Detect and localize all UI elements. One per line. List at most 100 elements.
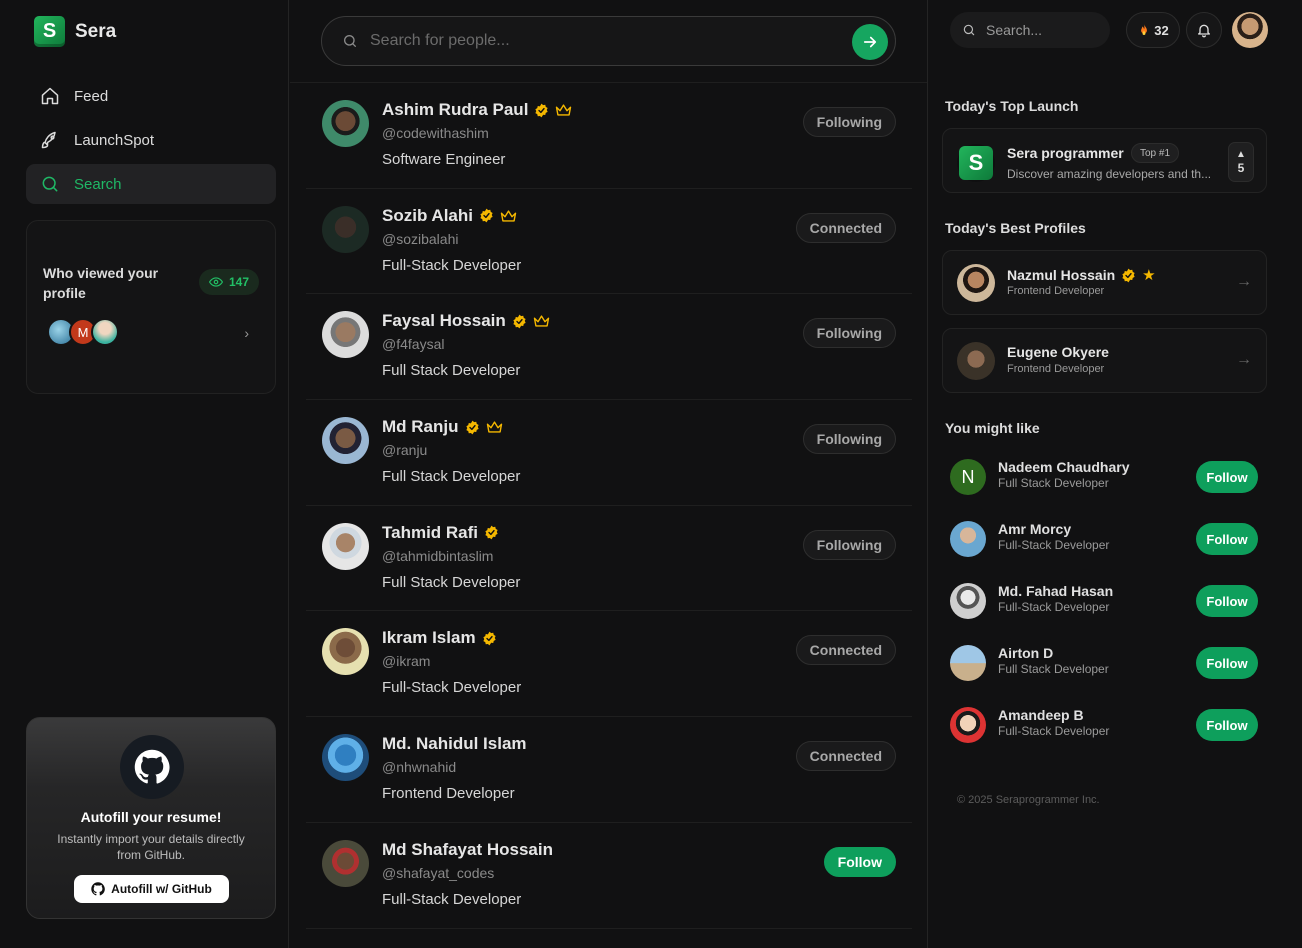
avatar[interactable]: [322, 628, 369, 676]
suggestion-name[interactable]: Md. Fahad Hasan: [998, 583, 1113, 599]
global-search[interactable]: Search...: [950, 12, 1110, 48]
streak-count: 32: [1154, 22, 1169, 38]
bell-icon: [1198, 24, 1210, 38]
person-handle: @codewithashim: [382, 125, 489, 141]
flame-icon: [1141, 24, 1148, 35]
following-button[interactable]: Following: [802, 529, 896, 560]
top-launch-card[interactable]: S Sera programmer Top #1 Discover amazin…: [942, 128, 1267, 193]
upvote-button[interactable]: ▲ 5: [1228, 142, 1254, 182]
follow-button[interactable]: Follow: [1196, 647, 1258, 679]
suggestion-role: Full-Stack Developer: [998, 724, 1110, 738]
person-title: Full-Stack Developer: [382, 256, 522, 274]
suggestion-item: Amandeep B Full-Stack Developer Follow: [950, 705, 1260, 745]
suggestion-name[interactable]: Amr Morcy: [998, 521, 1071, 537]
person-handle: @ranju: [382, 442, 428, 459]
follow-button[interactable]: Follow: [823, 846, 896, 877]
nav-item-search[interactable]: Search: [26, 164, 276, 204]
person-row[interactable]: Md Ranju @ranju Full Stack Developer Fol…: [306, 400, 912, 506]
person-name[interactable]: Ikram Islam: [382, 628, 476, 648]
autofill-github-button[interactable]: Autofill w/ GitHub: [74, 875, 229, 903]
connected-button[interactable]: Connected: [795, 741, 896, 772]
person-row[interactable]: Md. Nahidul Islam @nhwnahid Frontend Dev…: [306, 717, 912, 823]
arrow-right-icon: →: [1236, 351, 1252, 368]
avatar[interactable]: [950, 645, 986, 681]
suggestion-item: Amr Morcy Full-Stack Developer Follow: [950, 519, 1260, 559]
person-name[interactable]: Ashim Rudra Paul: [382, 100, 528, 120]
nav-item-feed[interactable]: Feed: [26, 76, 276, 116]
person-row[interactable]: Sozib Alahi @sozibalahi Full-Stack Devel…: [306, 189, 912, 295]
people-search-bar: [321, 16, 896, 66]
avatar[interactable]: N: [950, 459, 986, 495]
person-row[interactable]: Md Shafayat Hossain @shafayat_codes Full…: [306, 823, 912, 929]
profile-viewers-card[interactable]: Who viewed your profile 147 M ›: [26, 220, 276, 394]
suggestion-name[interactable]: Nadeem Chaudhary: [998, 459, 1129, 475]
avatar: [957, 342, 995, 380]
person-row[interactable]: Ashim Rudra Paul @codewithashim Software…: [306, 83, 912, 189]
avatar[interactable]: [322, 522, 369, 570]
verified-badge-icon: [480, 208, 493, 223]
notifications-button[interactable]: [1186, 12, 1222, 48]
streak-badge[interactable]: 32: [1126, 12, 1180, 48]
person-handle: @f4faysal: [382, 336, 445, 353]
verified-badge-icon: [535, 103, 549, 117]
following-button[interactable]: Following: [802, 107, 896, 137]
search-submit-button[interactable]: [852, 24, 888, 60]
suggestion-item: Md. Fahad Hasan Full-Stack Developer Fol…: [950, 581, 1260, 621]
follow-button[interactable]: Follow: [1196, 523, 1258, 555]
person-handle: @shafayat_codes: [382, 864, 495, 881]
best-profile-role: Frontend Developer: [1007, 285, 1105, 297]
home-icon: [41, 87, 59, 105]
best-profile-name-row: Nazmul Hossain ★: [1007, 266, 1156, 284]
person-handle: @tahmidbintaslim: [382, 547, 494, 564]
following-button[interactable]: Following: [802, 318, 896, 349]
avatar[interactable]: [322, 205, 369, 253]
nav-item-launchspot[interactable]: LaunchSpot: [26, 120, 276, 160]
person-row[interactable]: Faysal Hossain @f4faysal Full Stack Deve…: [306, 294, 912, 401]
crown-icon: [486, 421, 502, 433]
connected-button[interactable]: Connected: [795, 212, 896, 243]
best-profile-card[interactable]: Nazmul Hossain ★ Frontend Developer →: [942, 250, 1267, 315]
person-name-row: Md Ranju: [382, 417, 503, 437]
left-sidebar: S Sera Feed LaunchSpot Search Who viewed…: [0, 0, 289, 948]
brand-logo[interactable]: S Sera: [34, 16, 116, 47]
person-row[interactable]: Tahmid Rafi @tahmidbintaslim Full Stack …: [306, 506, 912, 612]
avatar[interactable]: [322, 839, 369, 887]
user-avatar[interactable]: [1232, 12, 1268, 48]
right-sidebar: Search... 32 Today's Top Launch S Sera p…: [929, 0, 1302, 948]
best-profile-name: Eugene Okyere: [1007, 344, 1109, 360]
best-profile-name: Nazmul Hossain: [1007, 267, 1116, 283]
main-nav: Feed LaunchSpot Search: [26, 76, 276, 208]
avatar[interactable]: [950, 707, 986, 743]
person-name[interactable]: Md. Nahidul Islam: [382, 734, 527, 754]
follow-button[interactable]: Follow: [1196, 461, 1258, 493]
suggestion-item: Airton D Full Stack Developer Follow: [950, 643, 1260, 683]
avatar[interactable]: [322, 417, 369, 465]
nav-label: Search: [74, 175, 122, 193]
person-name[interactable]: Md Ranju: [382, 417, 459, 437]
suggestion-name[interactable]: Airton D: [998, 645, 1053, 661]
connected-button[interactable]: Connected: [795, 635, 896, 666]
avatar[interactable]: [950, 521, 986, 557]
person-title: Full Stack Developer: [382, 362, 521, 380]
person-name-row: Faysal Hossain: [382, 311, 550, 331]
avatar[interactable]: [322, 734, 369, 782]
follow-button[interactable]: Follow: [1196, 709, 1258, 741]
follow-button[interactable]: Follow: [1196, 585, 1258, 617]
following-button[interactable]: Following: [802, 424, 896, 455]
avatar[interactable]: [322, 311, 369, 359]
suggestion-role: Full Stack Developer: [998, 476, 1109, 490]
person-name[interactable]: Tahmid Rafi: [382, 523, 478, 543]
person-name[interactable]: Md Shafayat Hossain: [382, 840, 553, 860]
avatar[interactable]: [322, 100, 369, 147]
best-profiles-heading: Today's Best Profiles: [945, 220, 1086, 236]
best-profile-card[interactable]: Eugene Okyere Frontend Developer →: [942, 328, 1267, 393]
avatar[interactable]: [950, 583, 986, 619]
person-name[interactable]: Sozib Alahi: [382, 206, 473, 226]
launch-logo: S: [957, 144, 995, 182]
people-search-input[interactable]: [370, 32, 840, 50]
suggestion-name[interactable]: Amandeep B: [998, 707, 1084, 723]
best-profile-name-row: Eugene Okyere: [1007, 344, 1109, 360]
person-row[interactable]: Ikram Islam @ikram Full-Stack Developer …: [306, 611, 912, 718]
person-name[interactable]: Faysal Hossain: [382, 311, 506, 331]
person-title: Software Engineer: [382, 151, 506, 168]
